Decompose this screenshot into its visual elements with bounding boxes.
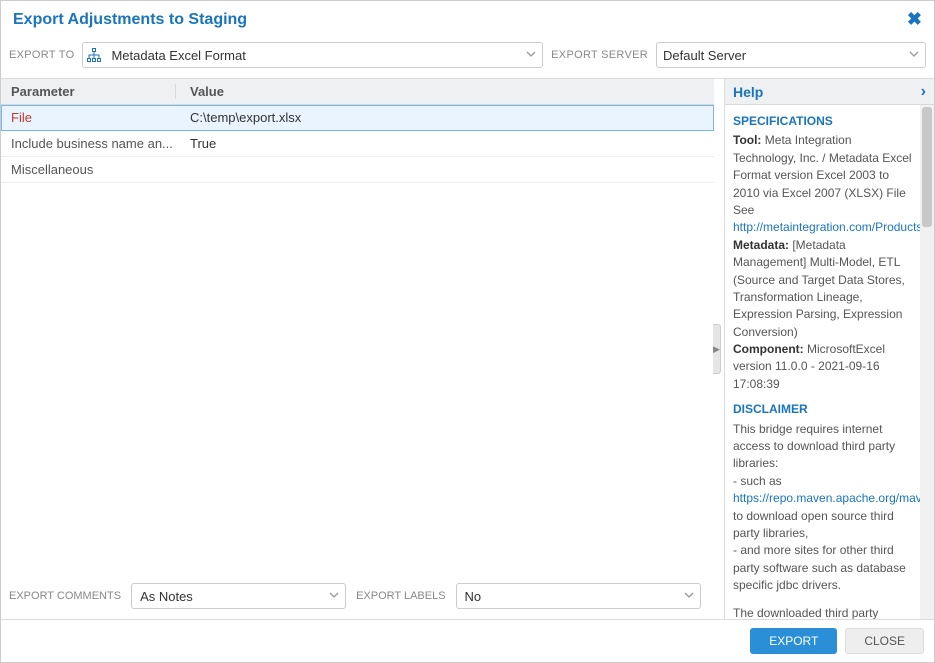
scrollbar[interactable]: [920, 105, 934, 619]
col-parameter-header[interactable]: Parameter: [1, 84, 176, 99]
close-button[interactable]: CLOSE: [845, 628, 924, 654]
left-pane: Parameter Value File C:\temp\export.xlsx…: [1, 79, 714, 619]
body: Parameter Value File C:\temp\export.xlsx…: [1, 78, 934, 620]
grid-header: Parameter Value: [1, 79, 714, 105]
export-comments-value: As Notes: [132, 589, 323, 604]
export-server-label: EXPORT SERVER: [551, 49, 648, 61]
footer: EXPORT CLOSE: [1, 620, 934, 662]
export-labels-combo[interactable]: No: [456, 583, 701, 609]
help-text: Component: MicrosoftExcel version 11.0.0…: [733, 341, 914, 393]
bottom-controls: EXPORT COMMENTS As Notes EXPORT LABELS N…: [1, 573, 714, 619]
export-labels-value: No: [457, 589, 678, 604]
help-text: See http://metaintegration.com/Products/: [733, 202, 914, 237]
export-to-combo[interactable]: Metadata Excel Format: [82, 42, 543, 68]
table-row[interactable]: Include business name an... True: [1, 131, 714, 157]
help-section-title: DISCLAIMER: [733, 401, 914, 418]
export-comments-combo[interactable]: As Notes: [131, 583, 346, 609]
value-cell: True: [176, 136, 714, 151]
help-link[interactable]: http://metaintegration.com/Products/: [733, 220, 920, 234]
table-row[interactable]: File C:\temp\export.xlsx: [1, 105, 714, 131]
param-cell: File: [1, 110, 176, 125]
help-text: - and more sites for other third party s…: [733, 542, 914, 594]
export-dialog: Export Adjustments to Staging ✖ EXPORT T…: [0, 0, 935, 663]
col-value-header[interactable]: Value: [176, 84, 714, 99]
chevron-right-icon: ▶: [713, 324, 721, 374]
export-to-value: Metadata Excel Format: [105, 48, 520, 63]
help-text: Tool: Meta Integration Technology, Inc. …: [733, 132, 914, 202]
chevron-down-icon: [903, 49, 925, 61]
grid-body: File C:\temp\export.xlsx Include busines…: [1, 105, 714, 573]
chevron-right-icon: ›: [921, 83, 926, 101]
help-title: Help: [733, 84, 763, 100]
param-cell: Include business name an...: [1, 136, 176, 151]
chevron-down-icon: [678, 590, 700, 602]
chevron-down-icon: [323, 590, 345, 602]
help-text: The downloaded third party libraries are…: [733, 605, 914, 619]
param-cell: Miscellaneous: [1, 162, 176, 177]
export-comments-label: EXPORT COMMENTS: [9, 590, 121, 602]
help-text: This bridge requires internet access to …: [733, 421, 914, 473]
help-body: SPECIFICATIONS Tool: Meta Integration Te…: [725, 105, 920, 619]
splitter[interactable]: ▶: [714, 79, 724, 619]
chevron-down-icon: [520, 49, 542, 61]
export-server-combo[interactable]: Default Server: [656, 42, 926, 68]
dialog-title: Export Adjustments to Staging: [13, 11, 247, 29]
format-icon: [83, 48, 105, 62]
help-body-wrap: SPECIFICATIONS Tool: Meta Integration Te…: [725, 105, 934, 619]
export-button[interactable]: EXPORT: [750, 628, 837, 654]
close-icon[interactable]: ✖: [907, 9, 922, 30]
help-text: Metadata: [Metadata Management] Multi-Mo…: [733, 237, 914, 341]
export-to-label: EXPORT TO: [9, 49, 74, 61]
help-section-title: SPECIFICATIONS: [733, 113, 914, 130]
help-link[interactable]: https://repo.maven.apache.org/maven: [733, 491, 920, 505]
help-text: - such as https://repo.maven.apache.org/…: [733, 473, 914, 543]
help-pane: Help › SPECIFICATIONS Tool: Meta Integra…: [724, 79, 934, 619]
top-row: EXPORT TO Metadata Excel Format EXPORT S…: [1, 42, 934, 78]
export-server-value: Default Server: [657, 48, 903, 63]
table-row[interactable]: Miscellaneous: [1, 157, 714, 183]
scrollbar-thumb[interactable]: [922, 107, 932, 227]
export-labels-label: EXPORT LABELS: [356, 590, 445, 602]
titlebar: Export Adjustments to Staging ✖: [1, 1, 934, 42]
value-cell: C:\temp\export.xlsx: [176, 110, 714, 125]
help-header[interactable]: Help ›: [725, 79, 934, 105]
